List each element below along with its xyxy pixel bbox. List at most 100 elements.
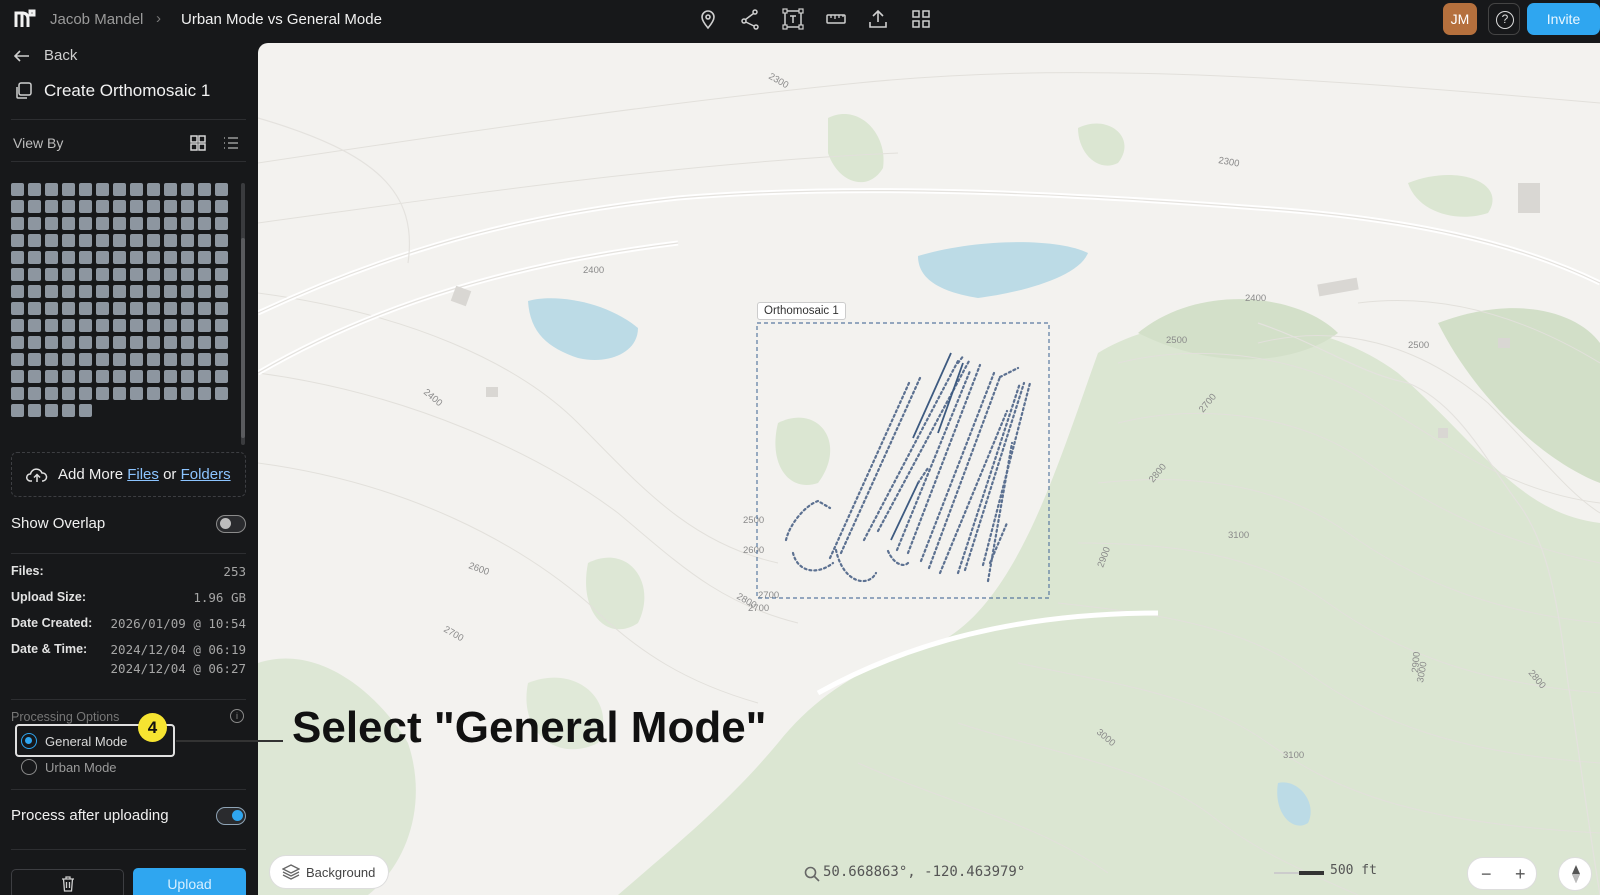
image-thumbnail[interactable] [215, 268, 228, 281]
image-thumbnail[interactable] [215, 251, 228, 264]
image-thumbnail[interactable] [11, 285, 24, 298]
image-thumbnail[interactable] [130, 319, 143, 332]
image-thumbnail[interactable] [96, 319, 109, 332]
image-thumbnail[interactable] [11, 302, 24, 315]
image-thumbnail[interactable] [62, 404, 75, 417]
image-thumbnail[interactable] [62, 336, 75, 349]
image-thumbnail[interactable] [79, 285, 92, 298]
image-thumbnail[interactable] [96, 302, 109, 315]
image-thumbnail[interactable] [96, 387, 109, 400]
image-thumbnail[interactable] [215, 336, 228, 349]
image-thumbnail[interactable] [11, 200, 24, 213]
image-thumbnail[interactable] [62, 285, 75, 298]
image-thumbnail[interactable] [130, 268, 143, 281]
image-thumbnail[interactable] [164, 217, 177, 230]
image-thumbnail[interactable] [215, 387, 228, 400]
image-thumbnail[interactable] [11, 183, 24, 196]
image-thumbnail[interactable] [62, 302, 75, 315]
user-avatar[interactable]: JM [1443, 3, 1477, 35]
image-thumbnail[interactable] [45, 336, 58, 349]
image-thumbnail[interactable] [79, 370, 92, 383]
image-thumbnail[interactable] [198, 370, 211, 383]
image-thumbnail[interactable] [62, 217, 75, 230]
image-thumbnail[interactable] [96, 251, 109, 264]
image-thumbnail[interactable] [79, 387, 92, 400]
image-thumbnail[interactable] [28, 217, 41, 230]
image-thumbnail[interactable] [28, 183, 41, 196]
image-thumbnail[interactable] [215, 319, 228, 332]
image-thumbnail[interactable] [28, 200, 41, 213]
area-measure-icon[interactable] [782, 8, 804, 30]
image-thumbnail[interactable] [198, 200, 211, 213]
image-thumbnail[interactable] [198, 387, 211, 400]
image-thumbnail[interactable] [198, 302, 211, 315]
image-thumbnail[interactable] [198, 183, 211, 196]
image-thumbnail[interactable] [113, 285, 126, 298]
image-thumbnail[interactable] [79, 251, 92, 264]
image-thumbnail[interactable] [181, 183, 194, 196]
image-thumbnail[interactable] [147, 319, 160, 332]
image-thumbnail[interactable] [62, 234, 75, 247]
image-thumbnail[interactable] [96, 200, 109, 213]
image-thumbnail[interactable] [181, 387, 194, 400]
image-thumbnail[interactable] [181, 234, 194, 247]
image-thumbnail[interactable] [113, 234, 126, 247]
image-thumbnail[interactable] [28, 268, 41, 281]
image-thumbnail[interactable] [96, 268, 109, 281]
upload-button[interactable]: Upload [133, 868, 246, 895]
image-thumbnail[interactable] [181, 336, 194, 349]
image-thumbnail[interactable] [164, 370, 177, 383]
image-thumbnail[interactable] [181, 251, 194, 264]
image-thumbnail[interactable] [113, 370, 126, 383]
image-thumbnail[interactable] [79, 353, 92, 366]
image-thumbnail[interactable] [11, 217, 24, 230]
image-thumbnail[interactable] [130, 251, 143, 264]
image-thumbnail[interactable] [147, 285, 160, 298]
image-thumbnail[interactable] [164, 353, 177, 366]
image-thumbnail[interactable] [45, 200, 58, 213]
image-thumbnail[interactable] [113, 251, 126, 264]
urban-mode-label[interactable]: Urban Mode [45, 760, 117, 775]
image-thumbnail[interactable] [79, 404, 92, 417]
image-thumbnail[interactable] [198, 268, 211, 281]
image-thumbnail[interactable] [130, 200, 143, 213]
image-thumbnail[interactable] [198, 336, 211, 349]
image-thumbnail[interactable] [96, 336, 109, 349]
image-thumbnail[interactable] [147, 268, 160, 281]
share-nodes-icon[interactable] [739, 8, 761, 30]
image-thumbnail[interactable] [113, 319, 126, 332]
image-thumbnail[interactable] [164, 234, 177, 247]
image-thumbnail[interactable] [62, 353, 75, 366]
image-thumbnail[interactable] [130, 370, 143, 383]
image-thumbnail[interactable] [45, 353, 58, 366]
image-thumbnail[interactable] [181, 217, 194, 230]
image-thumbnail[interactable] [147, 387, 160, 400]
image-thumbnail[interactable] [147, 200, 160, 213]
image-thumbnail[interactable] [28, 404, 41, 417]
image-thumbnail[interactable] [164, 200, 177, 213]
image-thumbnail[interactable] [45, 387, 58, 400]
image-thumbnail[interactable] [215, 370, 228, 383]
image-thumbnail[interactable] [130, 234, 143, 247]
image-thumbnail[interactable] [28, 370, 41, 383]
image-thumbnail[interactable] [11, 268, 24, 281]
image-thumbnail[interactable] [181, 268, 194, 281]
image-thumbnail[interactable] [164, 183, 177, 196]
image-thumbnail[interactable] [198, 251, 211, 264]
image-thumbnail[interactable] [45, 217, 58, 230]
image-thumbnail[interactable] [147, 302, 160, 315]
image-thumbnail[interactable] [28, 302, 41, 315]
image-thumbnail[interactable] [11, 370, 24, 383]
image-thumbnail[interactable] [79, 200, 92, 213]
image-thumbnail[interactable] [198, 217, 211, 230]
image-thumbnail[interactable] [147, 234, 160, 247]
image-thumbnail[interactable] [113, 387, 126, 400]
folders-link[interactable]: Folders [181, 466, 231, 483]
image-thumbnail[interactable] [147, 336, 160, 349]
back-button[interactable]: Back [14, 47, 77, 64]
add-more-dropzone[interactable]: Add More Files or Folders [11, 452, 246, 497]
image-thumbnail[interactable] [130, 285, 143, 298]
image-thumbnail[interactable] [215, 234, 228, 247]
image-thumbnail[interactable] [79, 302, 92, 315]
image-thumbnail[interactable] [147, 217, 160, 230]
